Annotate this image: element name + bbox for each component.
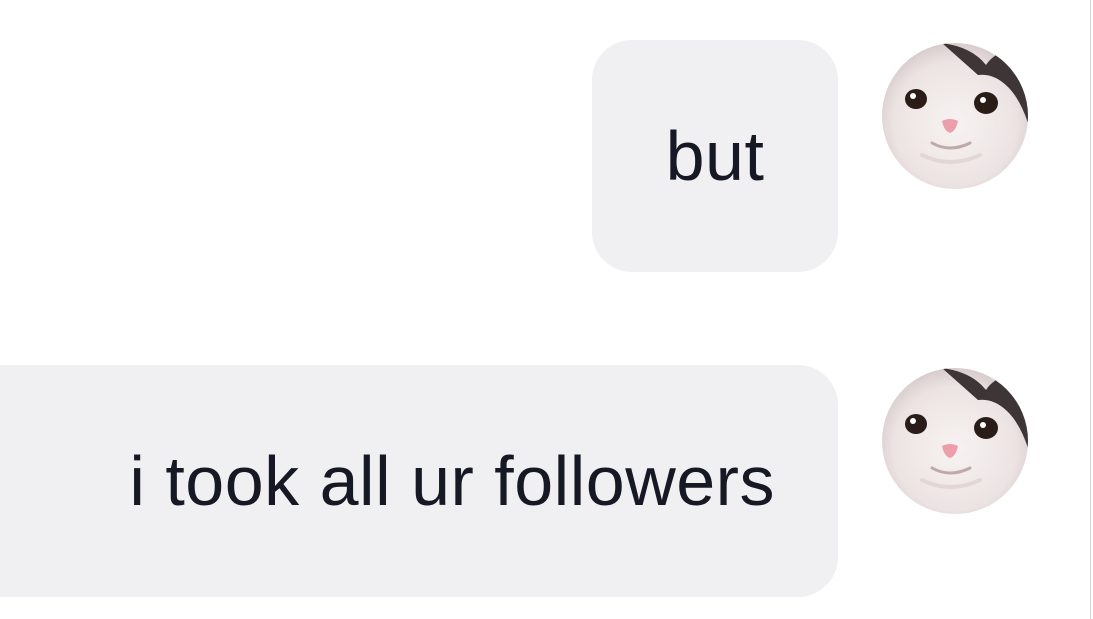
chat-conversation: but i took all ur followers [0,0,1093,619]
message-bubble[interactable]: i took all ur followers [0,365,838,597]
panel-divider [1090,0,1091,619]
avatar[interactable] [882,368,1028,514]
cat-face-icon [882,368,1028,514]
message-text: i took all ur followers [129,442,775,520]
avatar[interactable] [882,43,1028,189]
message-bubble[interactable]: but [592,40,838,272]
cat-face-icon [882,43,1028,189]
message-text: but [665,117,765,195]
